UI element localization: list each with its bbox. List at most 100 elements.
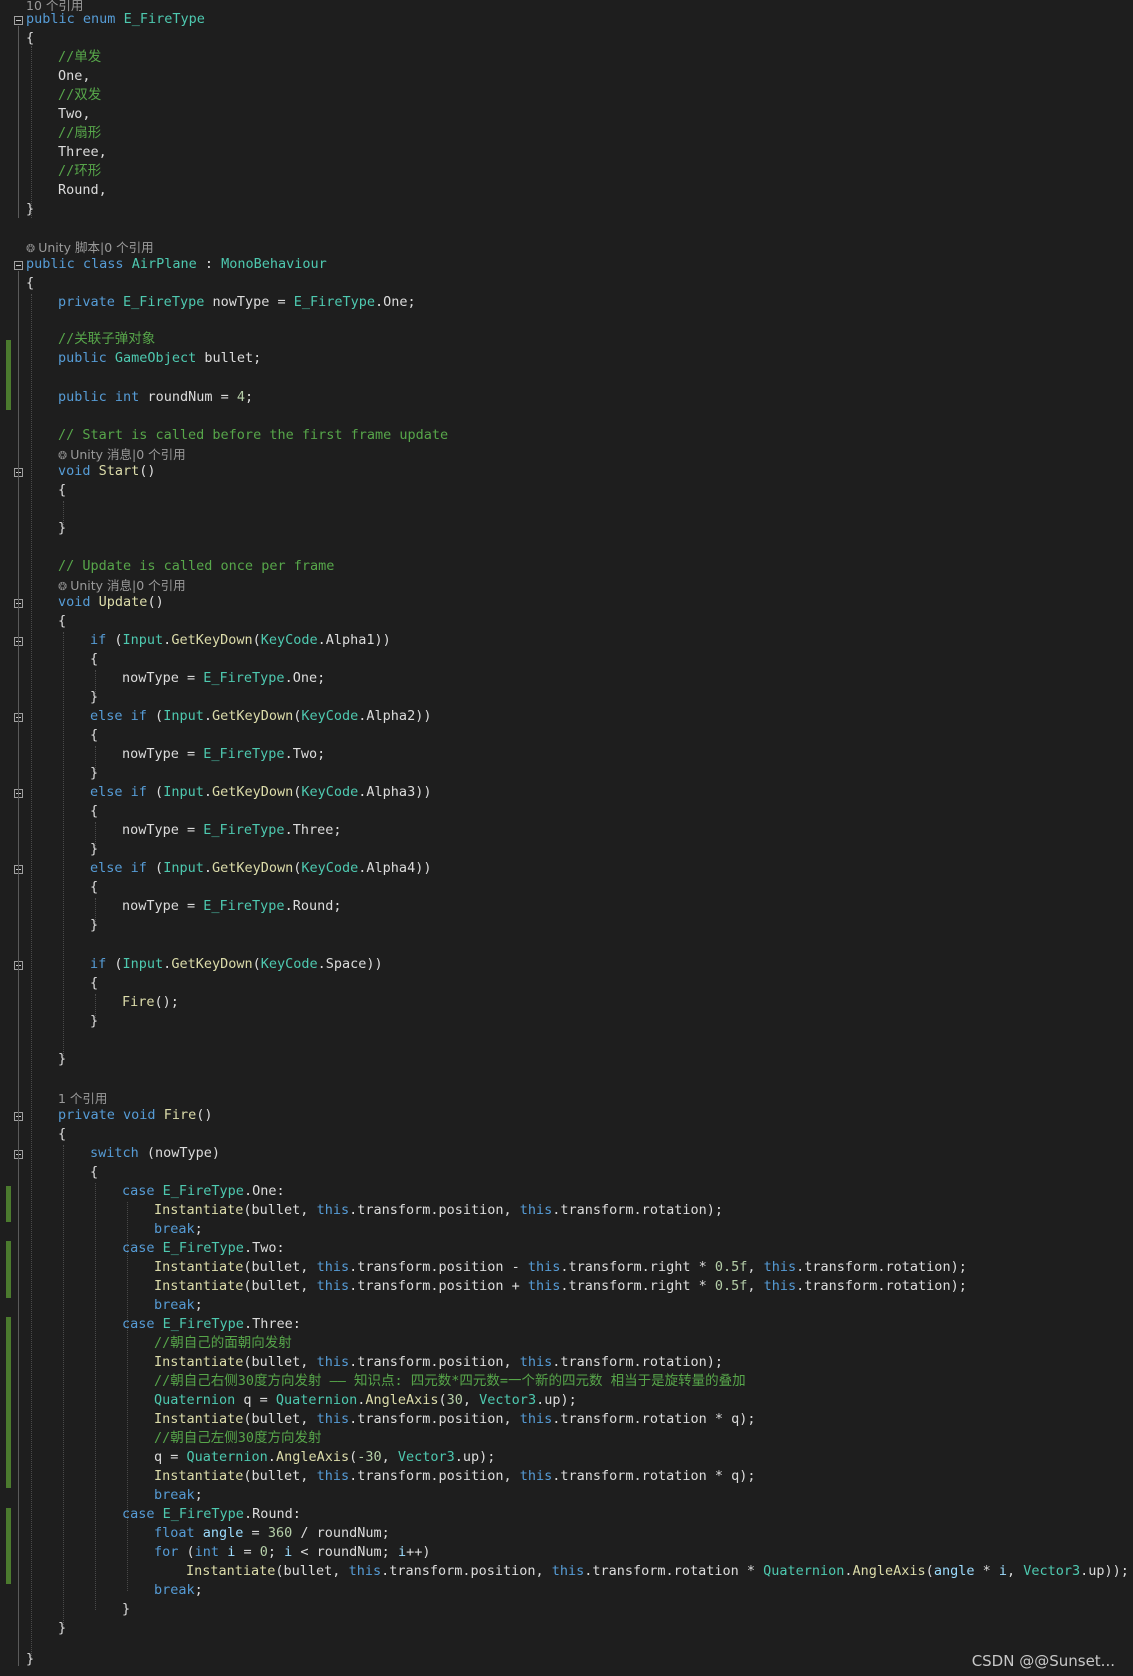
code-token: E_FireType xyxy=(123,294,205,310)
indent-guide xyxy=(63,632,64,1060)
code-token: Instantiate xyxy=(154,1278,244,1294)
code-token: .transform.right * xyxy=(560,1259,715,1275)
code-token: .transform.position + xyxy=(349,1278,528,1294)
code-token: * xyxy=(974,1563,999,1579)
code-token: this xyxy=(316,1468,350,1484)
code-token: public xyxy=(58,389,107,405)
code-line: Instantiate(bullet, this.transform.posit… xyxy=(154,1410,755,1429)
code-token: int xyxy=(194,1544,220,1560)
code-token: } xyxy=(58,1620,67,1636)
code-line: float angle = 360 / roundNum; xyxy=(154,1524,390,1543)
code-token: KeyCode xyxy=(260,632,318,648)
code-token: { xyxy=(90,879,99,895)
code-token: if xyxy=(130,708,147,724)
indent-guide xyxy=(63,1145,64,1629)
code-line: if (Input.GetKeyDown(KeyCode.Space)) xyxy=(90,955,383,974)
code-token: { xyxy=(90,727,99,743)
code-token: Input xyxy=(122,632,164,648)
code-token: E_FireType xyxy=(162,1506,244,1522)
code-token: E_FireType xyxy=(123,11,205,27)
code-token: case xyxy=(122,1316,155,1332)
code-token: { xyxy=(58,1126,67,1142)
change-bar xyxy=(6,1186,11,1222)
code-line: public int roundNum = 4; xyxy=(58,388,253,407)
code-token: bullet; xyxy=(196,350,262,366)
code-line: { xyxy=(90,878,98,897)
code-token: , xyxy=(1006,1563,1024,1579)
code-token: } xyxy=(90,1013,99,1029)
code-line: Instantiate(bullet, this.transform.posit… xyxy=(154,1467,755,1486)
indent-guide xyxy=(95,1183,96,1610)
code-line: } xyxy=(90,840,98,859)
code-line: { xyxy=(58,481,66,500)
code-token: this xyxy=(316,1202,350,1218)
code-token: .One; xyxy=(375,294,416,310)
code-editor[interactable]: 10 个引用 public enum E_FireType{//单发 One,//双… xyxy=(0,0,1133,1676)
code-token: .Round; xyxy=(284,898,342,914)
code-token: nowType = xyxy=(122,898,204,914)
code-line: else if (Input.GetKeyDown(KeyCode.Alpha3… xyxy=(90,783,431,802)
code-token: , xyxy=(747,1259,764,1275)
code-token: ( xyxy=(925,1563,934,1579)
code-line: Instantiate(bullet, this.transform.posit… xyxy=(154,1277,967,1296)
code-token: public xyxy=(58,350,107,366)
code-token: this xyxy=(527,1259,561,1275)
code-token: this xyxy=(316,1411,350,1427)
code-token: . xyxy=(844,1563,853,1579)
code-line: for (int i = 0; i < roundNum; i++) xyxy=(154,1543,430,1562)
fold-toggle-icon[interactable] xyxy=(14,261,23,270)
code-token: KeyCode xyxy=(301,860,359,876)
code-token: { xyxy=(90,803,99,819)
code-token: } xyxy=(58,1051,67,1067)
code-token: void xyxy=(58,594,91,610)
outline-line xyxy=(18,271,19,1666)
unity-icon: ❂ xyxy=(58,449,68,462)
code-token: ; xyxy=(194,1487,203,1503)
code-token: KeyCode xyxy=(301,784,359,800)
indent-guide xyxy=(31,46,32,218)
code-token: { xyxy=(90,1164,99,1180)
code-token: for xyxy=(154,1544,179,1560)
code-token: ( xyxy=(252,956,261,972)
code-token: //朝自己左侧30度方向发射 xyxy=(154,1430,322,1446)
code-line: else if (Input.GetKeyDown(KeyCode.Alpha4… xyxy=(90,859,431,878)
code-token: AngleAxis xyxy=(365,1392,439,1408)
fold-toggle-icon[interactable] xyxy=(14,16,23,25)
code-line: public GameObject bullet; xyxy=(58,349,261,368)
code-token: .transform.rotation * q); xyxy=(552,1411,756,1427)
code-token: ( xyxy=(178,1544,195,1560)
code-token: Quaternion xyxy=(186,1449,268,1465)
code-token: = xyxy=(243,1525,268,1541)
code-token: E_FireType xyxy=(293,294,376,310)
code-token: this xyxy=(763,1278,797,1294)
code-line: //单发 xyxy=(58,48,101,67)
code-token: ( xyxy=(146,708,164,724)
code-token: GameObject xyxy=(114,350,197,366)
code-token: this xyxy=(316,1259,350,1275)
code-token: //单发 xyxy=(58,49,102,65)
code-token: this xyxy=(519,1202,553,1218)
code-token: } xyxy=(58,520,67,536)
code-token: E_FireType xyxy=(162,1240,244,1256)
code-token: ( xyxy=(106,632,123,648)
code-token: ; xyxy=(267,1544,285,1560)
code-token: ; xyxy=(245,389,254,405)
code-token: if xyxy=(130,860,147,876)
code-token: .up); xyxy=(536,1392,577,1408)
code-line: else if (Input.GetKeyDown(KeyCode.Alpha2… xyxy=(90,707,431,726)
code-token: 0 xyxy=(259,1544,268,1560)
code-token: AngleAxis xyxy=(852,1563,926,1579)
code-line: Instantiate(bullet, this.transform.posit… xyxy=(186,1562,1129,1581)
code-token: E_FireType xyxy=(162,1183,244,1199)
code-line: Three, xyxy=(58,143,107,162)
code-token: Unity 消息|0 个引用 xyxy=(70,447,186,462)
code-token: } xyxy=(90,841,99,857)
code-token: i xyxy=(397,1544,407,1560)
